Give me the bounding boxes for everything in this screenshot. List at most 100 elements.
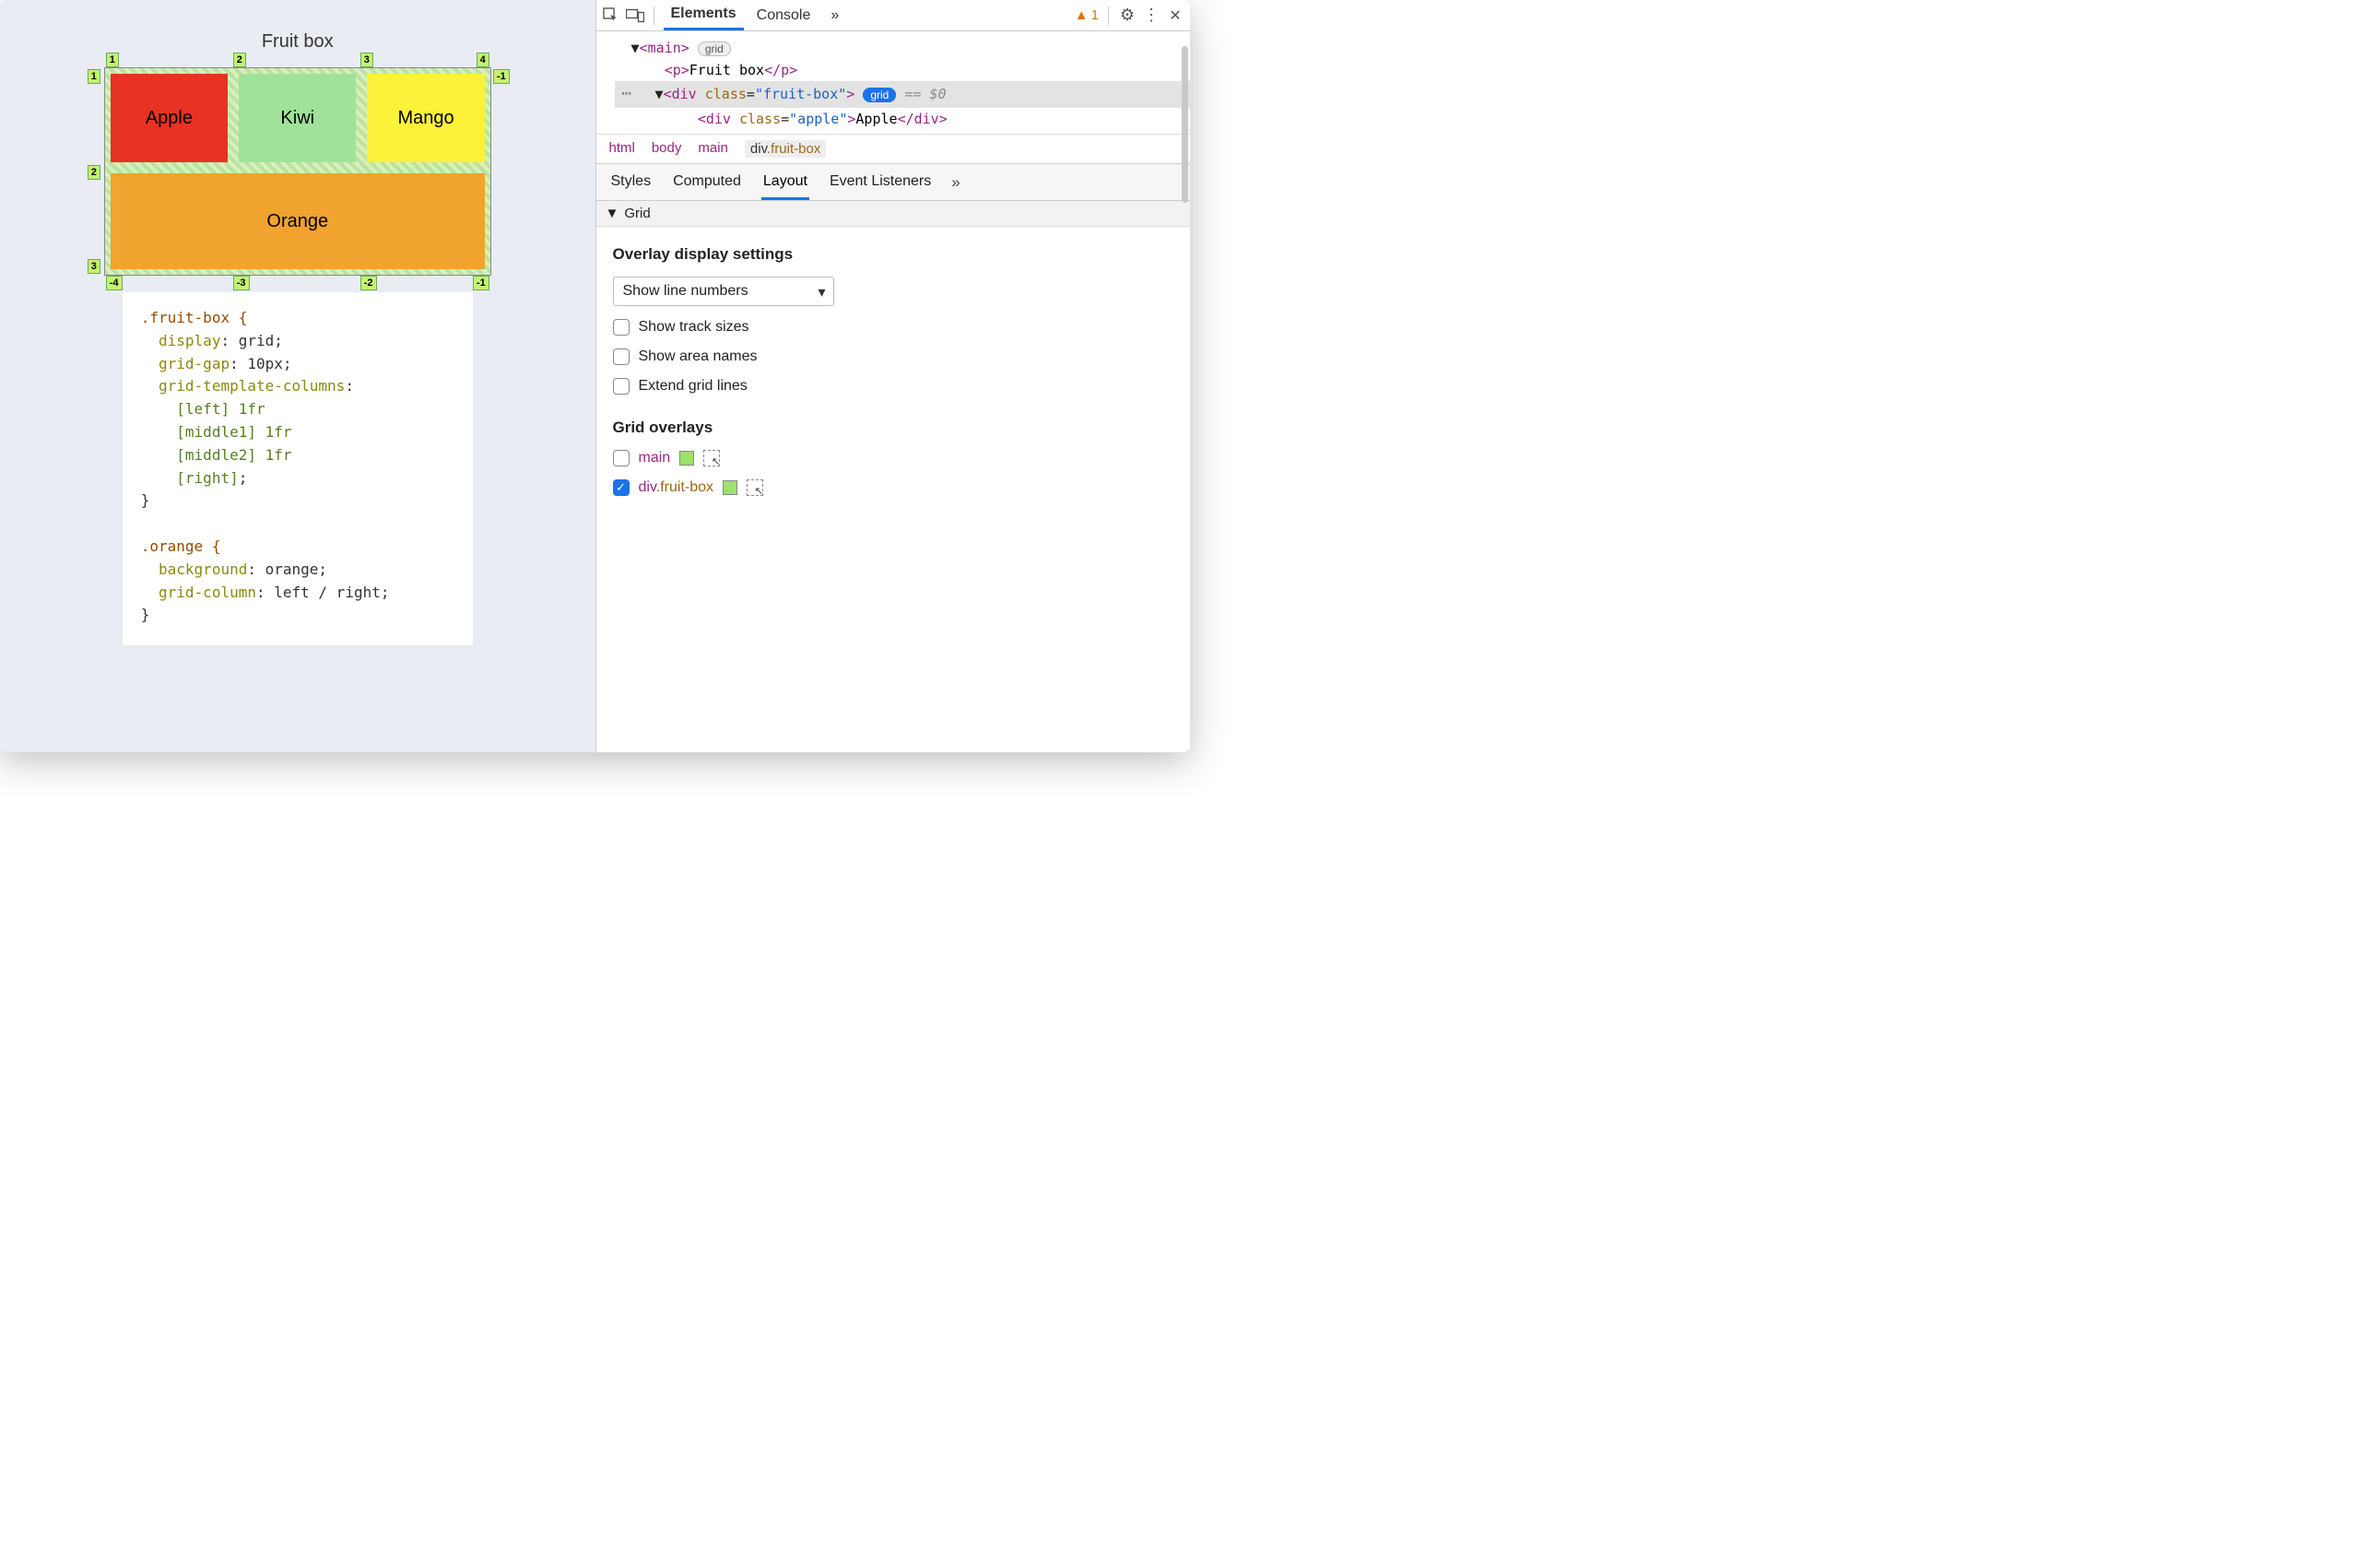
kebab-menu-icon[interactable]: ⋮ <box>1142 6 1161 25</box>
checkbox[interactable]: ✓ <box>613 479 630 496</box>
code-val: 10px <box>247 355 283 372</box>
grid-line-badge: 1 <box>106 53 119 67</box>
code-prop: background <box>159 561 247 578</box>
warnings-count: 1 <box>1091 7 1099 23</box>
select-value: Show line numbers <box>623 283 748 299</box>
crumb-html[interactable]: html <box>609 140 635 158</box>
color-swatch[interactable] <box>679 451 694 466</box>
highlight-icon[interactable] <box>747 479 763 496</box>
fruit-box-grid-wrap: 1 2 3 4 1 2 3 -1 -4 -3 -2 -1 Apple Kiwi … <box>104 67 491 276</box>
subtab-event-listeners[interactable]: Event Listeners <box>828 170 933 200</box>
code-val: [right] <box>176 469 238 487</box>
dom-node-apple[interactable]: <div class="apple">Apple</div> <box>615 108 1191 130</box>
option-label: Show track sizes <box>639 319 749 336</box>
checkbox[interactable] <box>613 319 630 336</box>
option-show-area-names[interactable]: Show area names <box>613 348 1174 365</box>
crumb-body[interactable]: body <box>652 140 682 158</box>
tab-elements[interactable]: Elements <box>664 0 744 30</box>
code-brace: } <box>141 491 150 509</box>
crumb-main[interactable]: main <box>698 140 728 158</box>
option-extend-grid-lines[interactable]: Extend grid lines <box>613 378 1174 395</box>
layout-panel-body: Overlay display settings Show line numbe… <box>596 227 1191 752</box>
code-prop: display <box>159 332 220 349</box>
cell-kiwi: Kiwi <box>239 74 356 162</box>
code-val: left / right <box>274 584 381 601</box>
color-swatch[interactable] <box>723 480 737 495</box>
checkbox[interactable] <box>613 378 630 395</box>
option-label: Extend grid lines <box>639 378 748 395</box>
warnings-badge[interactable]: ▲ 1 <box>1075 7 1099 23</box>
gear-icon[interactable]: ⚙ <box>1118 6 1137 25</box>
grid-line-badge: -1 <box>473 276 489 290</box>
dom-node-main[interactable]: ▼<main> grid <box>615 37 1191 59</box>
devtools-panel: Elements Console » ▲ 1 ⚙ ⋮ ✕ ▼<main> gri… <box>595 0 1191 752</box>
overlay-item-main[interactable]: main <box>613 450 1174 466</box>
code-brace: } <box>141 606 150 623</box>
highlight-icon[interactable] <box>703 450 720 466</box>
scrollbar[interactable] <box>1182 46 1188 203</box>
overlay-label: main <box>639 450 671 466</box>
dom-tree[interactable]: ▼<main> grid <p>Fruit box</p> ⋯ ▼<div cl… <box>596 31 1191 134</box>
cell-apple: Apple <box>111 74 228 162</box>
code-val: [left] 1fr <box>176 400 265 418</box>
selected-node-indicator: == $0 <box>896 86 946 102</box>
grid-line-badge: -4 <box>106 276 123 290</box>
option-label: Show area names <box>639 348 758 365</box>
fruit-box-grid: Apple Kiwi Mango Orange <box>104 67 491 276</box>
grid-section-header[interactable]: ▼ Grid <box>596 201 1191 227</box>
grid-line-badge: 4 <box>477 53 489 67</box>
grid-line-badge: 2 <box>88 165 100 180</box>
grid-line-badge: -1 <box>493 69 510 84</box>
close-icon[interactable]: ✕ <box>1166 6 1184 25</box>
code-prop: grid-gap <box>159 355 230 372</box>
checkbox[interactable] <box>613 348 630 365</box>
code-prop: grid-template-columns <box>159 377 345 395</box>
device-toggle-icon[interactable] <box>626 6 644 25</box>
overlay-item-fruit-box[interactable]: ✓ div.fruit-box <box>613 479 1174 496</box>
inspect-icon[interactable] <box>602 6 620 25</box>
dom-node-p[interactable]: <p>Fruit box</p> <box>615 59 1191 81</box>
grid-section-label: Grid <box>624 206 650 221</box>
line-numbers-select[interactable]: Show line numbers <box>613 277 834 306</box>
code-val: [middle2] 1fr <box>176 446 291 464</box>
code-selector: .orange { <box>141 537 221 555</box>
overlay-label: div.fruit-box <box>639 479 714 496</box>
dom-breadcrumbs: html body main div.fruit-box <box>596 134 1191 164</box>
tab-console[interactable]: Console <box>749 2 819 30</box>
checkbox[interactable] <box>613 450 630 466</box>
more-actions-icon[interactable]: ⋯ <box>615 81 639 108</box>
page-title: Fruit box <box>23 31 572 53</box>
crumb-fruit-box[interactable]: div.fruit-box <box>745 140 826 158</box>
app-window: Fruit box 1 2 3 4 1 2 3 -1 -4 -3 -2 -1 A… <box>0 0 1190 752</box>
subtab-styles[interactable]: Styles <box>609 170 654 200</box>
subtabs-overflow[interactable]: » <box>951 170 960 200</box>
grid-line-badge: 3 <box>360 53 373 67</box>
code-prop: grid-column <box>159 584 256 601</box>
devtools-toolbar: Elements Console » ▲ 1 ⚙ ⋮ ✕ <box>596 0 1191 31</box>
grid-line-badge: 1 <box>88 69 100 84</box>
cell-mango: Mango <box>367 74 484 162</box>
code-val: orange <box>265 561 319 578</box>
subtab-computed[interactable]: Computed <box>671 170 743 200</box>
page-viewport: Fruit box 1 2 3 4 1 2 3 -1 -4 -3 -2 -1 A… <box>0 0 595 752</box>
grid-line-badge: -3 <box>233 276 250 290</box>
styles-subtabs: Styles Computed Layout Event Listeners » <box>596 164 1191 201</box>
code-val: grid <box>239 332 275 349</box>
separator <box>1108 6 1109 25</box>
chevron-down-icon: ▼ <box>606 206 619 221</box>
grid-overlays-heading: Grid overlays <box>613 419 1174 437</box>
code-selector: .fruit-box { <box>141 309 248 326</box>
cell-orange: Orange <box>111 173 485 269</box>
grid-badge[interactable]: grid <box>698 41 731 56</box>
dom-node-fruit-box[interactable]: ⋯ ▼<div class="fruit-box"> grid == $0 <box>615 81 1191 108</box>
css-code-block: .fruit-box { display: grid; grid-gap: 10… <box>123 292 473 645</box>
grid-badge[interactable]: grid <box>863 88 896 102</box>
option-show-track-sizes[interactable]: Show track sizes <box>613 319 1174 336</box>
code-val: [middle1] 1fr <box>176 423 291 441</box>
grid-line-badge: 2 <box>233 53 246 67</box>
grid-line-badge: 3 <box>88 259 100 274</box>
subtab-layout[interactable]: Layout <box>761 170 809 200</box>
tabs-overflow[interactable]: » <box>823 2 846 30</box>
overlay-settings-heading: Overlay display settings <box>613 245 1174 264</box>
grid-line-badge: -2 <box>360 276 377 290</box>
